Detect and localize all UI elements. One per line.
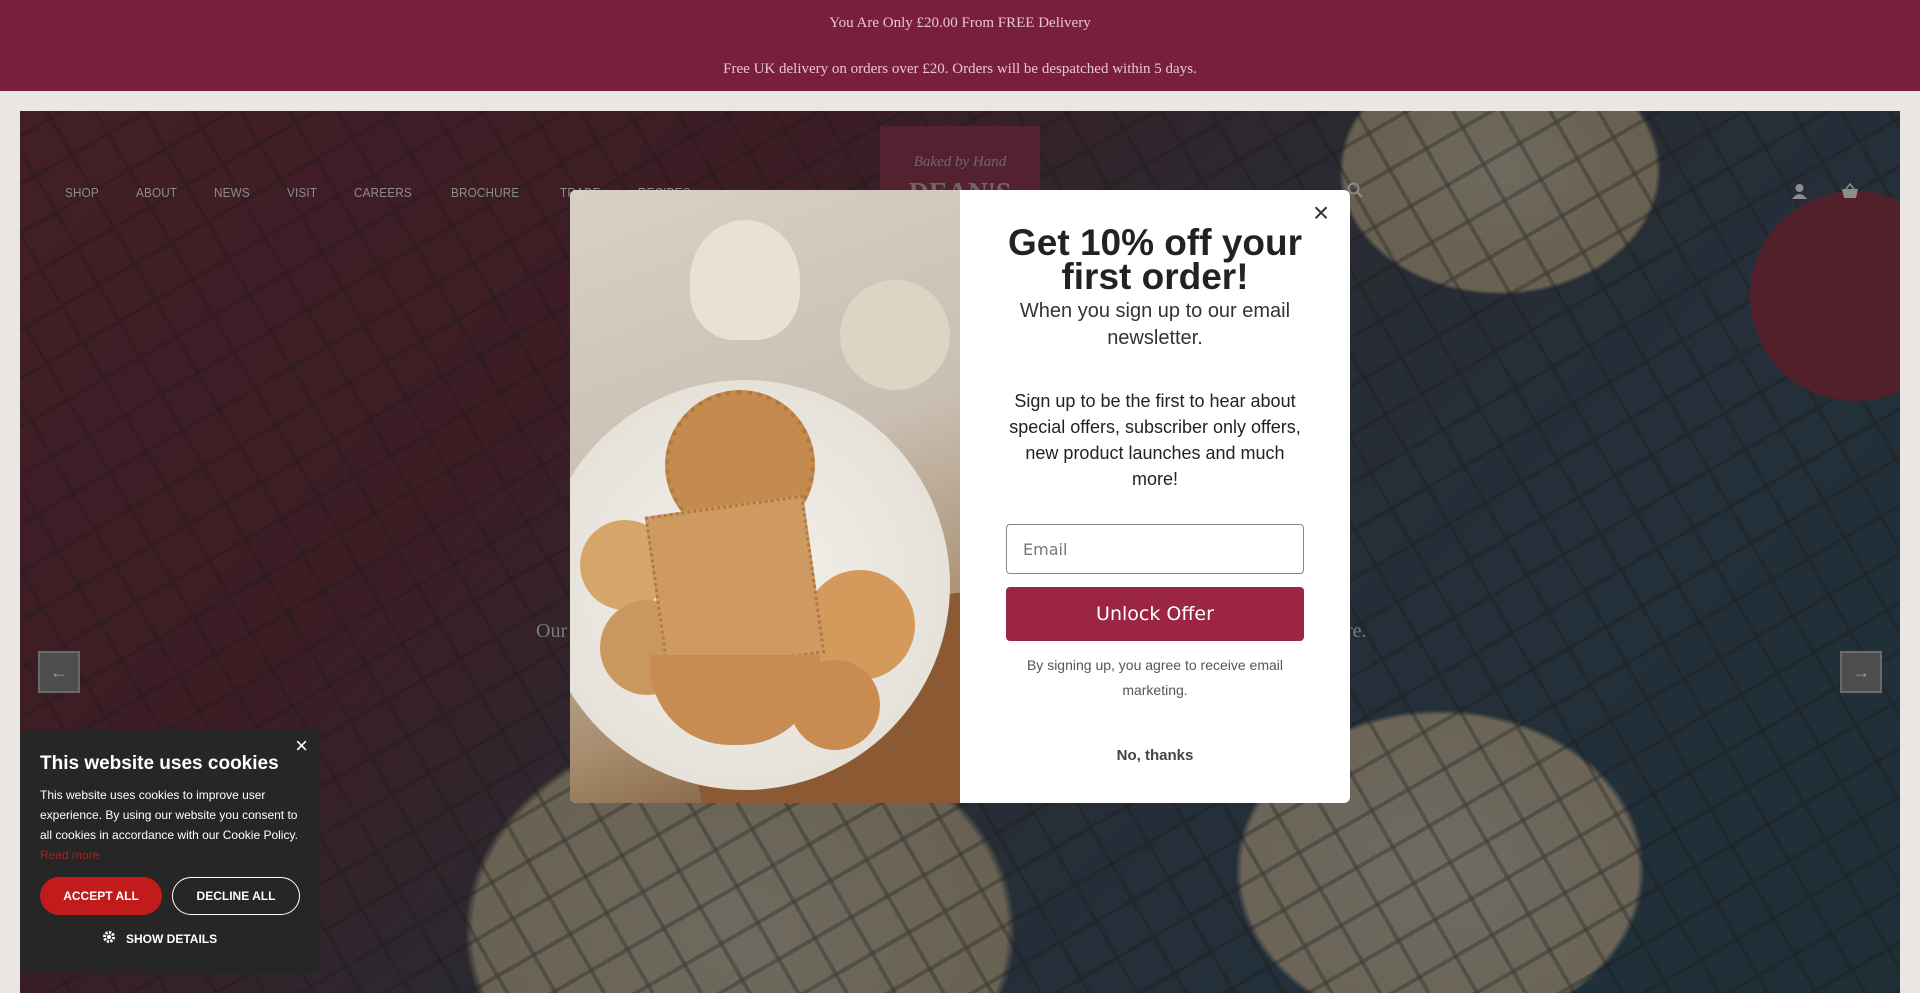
unlock-offer-button[interactable]: Unlock Offer <box>1006 587 1304 641</box>
hero-tagline-start: Our <box>536 620 568 642</box>
cookie-title: This website uses cookies <box>40 753 279 774</box>
cookie-body: This website uses cookies to improve use… <box>40 785 310 865</box>
nav-item-visit[interactable]: VISIT <box>287 185 317 200</box>
slideshow-next-button[interactable]: → <box>1840 651 1882 693</box>
basket-icon[interactable] <box>1841 182 1859 204</box>
popup-content: × Get 10% off your first order! When you… <box>960 190 1350 803</box>
delivery-progress-text: You Are Only £20.00 From FREE Delivery <box>829 15 1091 31</box>
nav-item-news[interactable]: NEWS <box>214 185 250 200</box>
gear-icon <box>102 930 116 947</box>
decline-all-button[interactable]: DECLINE ALL <box>172 877 300 915</box>
email-field[interactable]: Email <box>1006 524 1304 574</box>
nav-item-brochure[interactable]: BROCHURE <box>451 185 519 200</box>
popup-legal-text: By signing up, you agree to receive emai… <box>1026 657 1284 698</box>
cookie-read-more-link[interactable]: Read more <box>40 848 99 862</box>
arrow-left-icon: ← <box>50 661 68 682</box>
nav-item-about[interactable]: ABOUT <box>136 185 177 200</box>
popup-body: Sign up to be the first to hear about sp… <box>1009 391 1301 489</box>
popup-title: Get 10% off your first order! <box>1008 222 1302 297</box>
newsletter-popup: × Get 10% off your first order! When you… <box>570 190 1350 803</box>
popup-subtitle: When you sign up to our email newsletter… <box>1019 300 1291 349</box>
cookie-banner: × This website uses cookies This website… <box>20 729 320 973</box>
cookie-close-icon[interactable]: × <box>295 733 308 759</box>
announcement-bar: You Are Only £20.00 From FREE Delivery F… <box>0 0 1920 91</box>
nav-item-careers[interactable]: CAREERS <box>354 185 412 200</box>
account-icon[interactable] <box>1792 183 1807 204</box>
nav-item-shop[interactable]: SHOP <box>65 185 99 200</box>
delivery-info-text: Free UK delivery on orders over £20. Ord… <box>723 61 1197 77</box>
no-thanks-button[interactable]: No, thanks <box>960 747 1350 764</box>
popup-biscuits-image <box>570 190 960 803</box>
show-details-button[interactable]: SHOW DETAILS <box>126 932 217 946</box>
slideshow-prev-button[interactable]: ← <box>38 651 80 693</box>
arrow-right-icon: → <box>1852 661 1870 682</box>
close-icon[interactable]: × <box>1306 198 1336 228</box>
cookie-body-text: This website uses cookies to improve use… <box>40 788 298 842</box>
accept-all-button[interactable]: ACCEPT ALL <box>40 877 162 915</box>
